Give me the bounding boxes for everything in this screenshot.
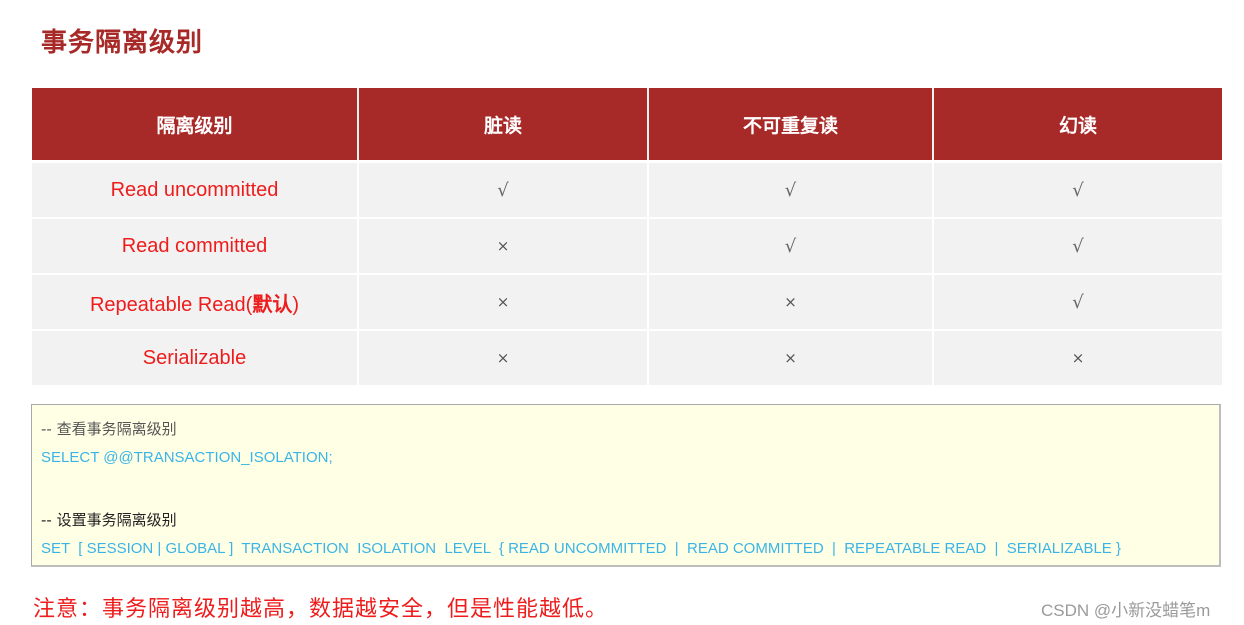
header-non-repeatable-read: 不可重复读 bbox=[649, 88, 934, 160]
header-isolation-level: 隔离级别 bbox=[32, 88, 359, 160]
check-mark-icon: √ bbox=[784, 235, 797, 257]
cross-mark-icon: × bbox=[784, 293, 797, 311]
dirty-read-cell: × bbox=[359, 217, 649, 273]
code-comment-view: -- 查看事务隔离级别 bbox=[41, 420, 177, 438]
table-row: Repeatable Read(默认) × × √ bbox=[32, 273, 1222, 329]
dirty-read-cell: √ bbox=[359, 160, 649, 217]
code-comment-set: -- 设置事务隔离级别 bbox=[41, 511, 177, 529]
non-repeatable-read-cell: × bbox=[649, 273, 934, 329]
check-mark-icon: √ bbox=[1072, 235, 1084, 257]
phantom-read-cell: √ bbox=[934, 273, 1222, 329]
dirty-read-cell: × bbox=[359, 273, 649, 329]
level-name: Read uncommitted bbox=[110, 178, 279, 201]
non-repeatable-read-cell: √ bbox=[649, 217, 934, 273]
code-set-statement: SET [ SESSION | GLOBAL ] TRANSACTION ISO… bbox=[41, 540, 1121, 557]
level-name: Serializable bbox=[142, 346, 247, 369]
phantom-read-cell: × bbox=[934, 329, 1222, 385]
table-row: Serializable × × × bbox=[32, 329, 1222, 385]
phantom-read-cell: √ bbox=[934, 160, 1222, 217]
phantom-read-cell: √ bbox=[934, 217, 1222, 273]
sql-code-block: -- 查看事务隔离级别 SELECT @@TRANSACTION_ISOLATI… bbox=[31, 404, 1221, 567]
header-phantom-read: 幻读 bbox=[934, 88, 1222, 160]
non-repeatable-read-cell: × bbox=[649, 329, 934, 385]
note-text: 注意：事务隔离级别越高，数据越安全，但是性能越低。 bbox=[33, 597, 609, 622]
table-row: Read committed × √ √ bbox=[32, 217, 1222, 273]
table-row: Read uncommitted √ √ √ bbox=[32, 160, 1222, 217]
isolation-level-table: 隔离级别 脏读 不可重复读 幻读 Read uncommitted √ √ √ … bbox=[32, 88, 1222, 385]
level-cell: Read uncommitted bbox=[32, 160, 359, 217]
code-select-statement: SELECT @@TRANSACTION_ISOLATION; bbox=[41, 449, 333, 466]
watermark: CSDN @小新没蜡笔m bbox=[1041, 601, 1211, 620]
cross-mark-icon: × bbox=[496, 293, 510, 311]
level-cell: Read committed bbox=[32, 217, 359, 273]
cross-mark-icon: × bbox=[496, 349, 510, 367]
level-name: Repeatable Read( bbox=[89, 293, 253, 316]
default-label: 默认 bbox=[252, 293, 293, 316]
check-mark-icon: √ bbox=[497, 179, 509, 201]
level-close-paren: ) bbox=[292, 293, 299, 316]
non-repeatable-read-cell: √ bbox=[649, 160, 934, 217]
table-header-row: 隔离级别 脏读 不可重复读 幻读 bbox=[32, 88, 1222, 160]
cross-mark-icon: × bbox=[1071, 349, 1085, 367]
page-title: 事务隔离级别 bbox=[41, 28, 204, 58]
dirty-read-cell: × bbox=[359, 329, 649, 385]
level-cell: Repeatable Read(默认) bbox=[32, 273, 359, 329]
check-mark-icon: √ bbox=[1072, 291, 1084, 313]
level-name: Read committed bbox=[121, 234, 268, 257]
check-mark-icon: √ bbox=[1072, 179, 1084, 201]
header-dirty-read: 脏读 bbox=[359, 88, 649, 160]
cross-mark-icon: × bbox=[784, 349, 797, 367]
level-cell: Serializable bbox=[32, 329, 359, 385]
cross-mark-icon: × bbox=[496, 237, 510, 255]
check-mark-icon: √ bbox=[784, 179, 797, 201]
